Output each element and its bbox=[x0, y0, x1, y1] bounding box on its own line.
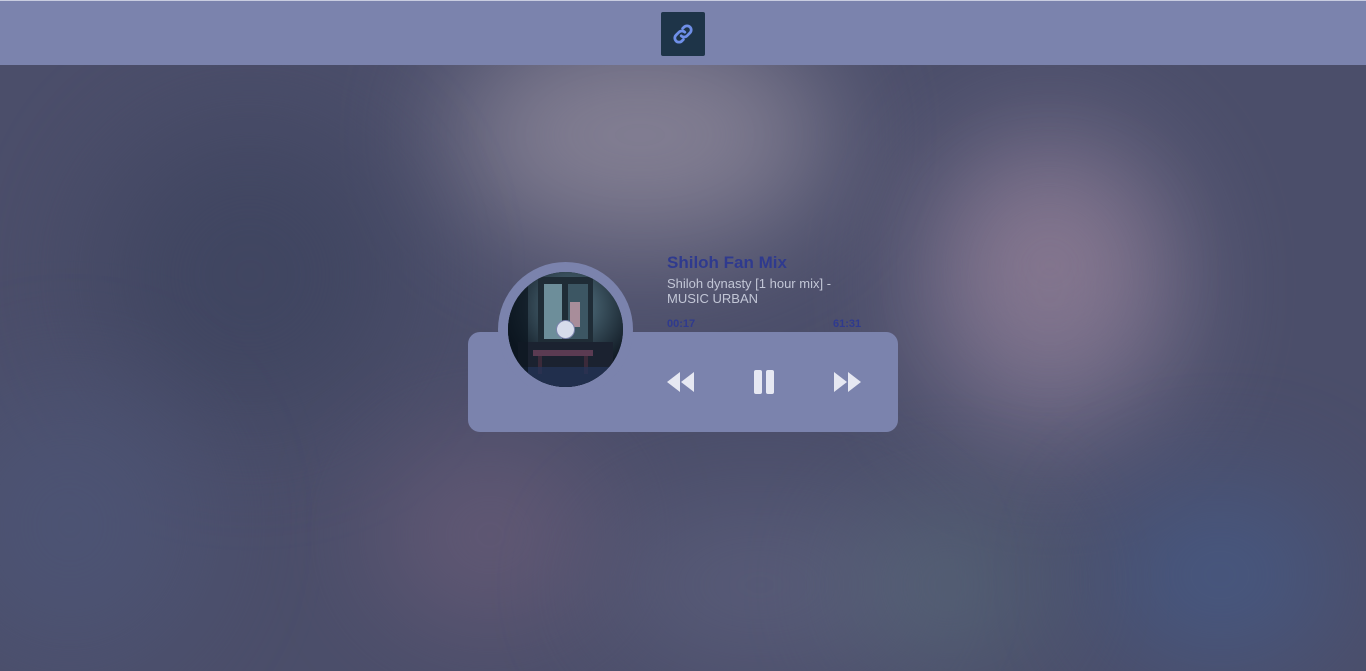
track-title: Shiloh Fan Mix bbox=[667, 253, 787, 272]
current-time: 00:17 bbox=[667, 318, 696, 330]
track-subtitle: Shiloh dynasty [1 hour mix] - MUSIC URBA… bbox=[667, 276, 832, 306]
pause-button[interactable] bbox=[749, 368, 779, 396]
pause-icon bbox=[754, 370, 774, 394]
fast-forward-icon bbox=[834, 372, 861, 392]
rewind-icon bbox=[667, 372, 694, 392]
link-icon bbox=[673, 24, 693, 44]
link-button[interactable] bbox=[661, 12, 705, 56]
rewind-button[interactable] bbox=[666, 368, 696, 396]
total-time: 61:31 bbox=[833, 318, 862, 330]
disc-center-hole bbox=[556, 320, 575, 339]
fast-forward-button[interactable] bbox=[832, 368, 862, 396]
top-bar bbox=[0, 0, 1366, 65]
